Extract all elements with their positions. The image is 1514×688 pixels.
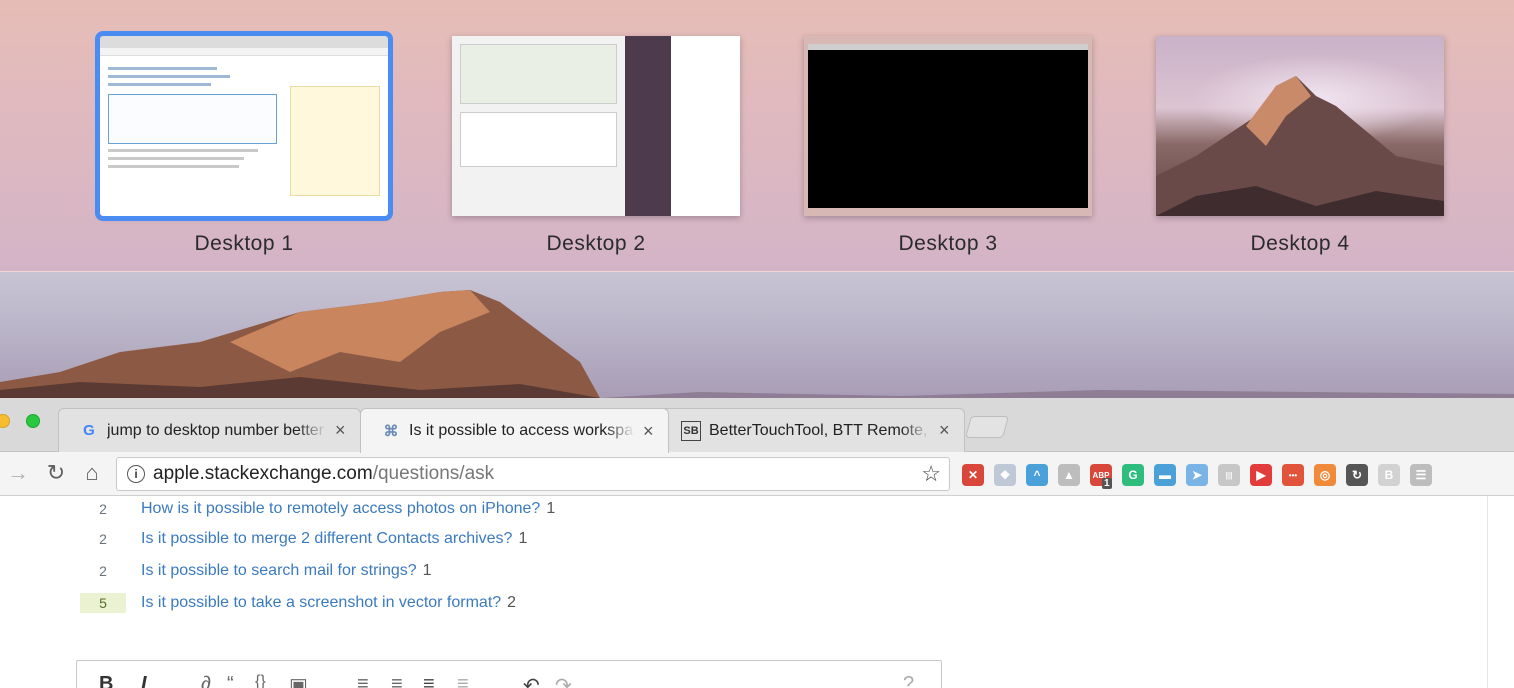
command-icon: ⌘ bbox=[383, 423, 399, 440]
code-icon[interactable]: {} bbox=[255, 673, 266, 688]
tab-title: jump to desktop number better bbox=[107, 421, 327, 440]
question-score: 2 bbox=[99, 563, 107, 579]
drive-ext-icon[interactable]: ▲ bbox=[1058, 464, 1080, 486]
tab-title: Is it possible to access workspaces bbox=[409, 422, 635, 440]
info-icon[interactable]: i bbox=[127, 465, 145, 483]
spaces-bar: Desktop 1 Desktop 2 Desktop 3 Desktop 4 bbox=[0, 0, 1514, 272]
browser-window: G jump to desktop number better × ⌘ Is i… bbox=[0, 398, 1514, 688]
question-score: 2 bbox=[99, 501, 107, 517]
wave-ext-icon[interactable]: ^ bbox=[1026, 464, 1048, 486]
close-tab-icon[interactable]: × bbox=[939, 420, 950, 441]
barcode-ext-icon[interactable]: ||| bbox=[1218, 464, 1240, 486]
scrollbar[interactable] bbox=[1487, 496, 1488, 688]
space-thumbnail[interactable] bbox=[95, 31, 393, 221]
refresh-ext-icon[interactable]: ↻ bbox=[1346, 464, 1368, 486]
answer-count: 1 bbox=[546, 500, 556, 517]
space-desktop-3[interactable]: Desktop 3 bbox=[804, 36, 1092, 256]
pushbullet-ext-icon[interactable]: ▬ bbox=[1154, 464, 1176, 486]
hr-icon[interactable]: ≡ bbox=[457, 673, 469, 688]
question-score: 2 bbox=[99, 531, 107, 547]
space-thumbnail[interactable] bbox=[804, 36, 1092, 216]
tab-bettertouchtool[interactable]: SB BetterTouchTool, BTT Remote, × bbox=[660, 408, 965, 452]
close-tab-icon[interactable]: × bbox=[335, 420, 346, 441]
x-ext-icon[interactable]: ✕ bbox=[962, 464, 984, 486]
undo-icon[interactable]: ↶ bbox=[523, 673, 540, 688]
list-item: 2 How is it possible to remotely access … bbox=[0, 498, 555, 520]
space-desktop-4[interactable]: Desktop 4 bbox=[1156, 36, 1444, 256]
menu-ext-icon[interactable]: ☰ bbox=[1410, 464, 1432, 486]
dropbox-ext-icon[interactable]: ❖ bbox=[994, 464, 1016, 486]
b-ext-icon[interactable]: B bbox=[1378, 464, 1400, 486]
adblock-ext-icon[interactable]: ABP 1 bbox=[1090, 464, 1112, 489]
desktop-wallpaper bbox=[0, 272, 1514, 398]
google-icon: G bbox=[83, 422, 95, 439]
list-item: 2 Is it possible to search mail for stri… bbox=[0, 560, 432, 582]
grammarly-ext-icon[interactable]: G bbox=[1122, 464, 1144, 486]
space-thumbnail[interactable] bbox=[452, 36, 740, 216]
tab-title: BetterTouchTool, BTT Remote, bbox=[709, 421, 931, 440]
space-label: Desktop 3 bbox=[898, 232, 998, 255]
tab-google-search[interactable]: G jump to desktop number better × bbox=[58, 408, 361, 452]
question-link[interactable]: How is it possible to remotely access ph… bbox=[141, 500, 540, 518]
image-icon[interactable]: ▣ bbox=[289, 673, 308, 688]
link-icon[interactable]: ∂ bbox=[201, 673, 211, 688]
answer-count: 2 bbox=[507, 594, 517, 611]
space-label: Desktop 4 bbox=[1250, 232, 1350, 255]
bullet-list-icon[interactable]: ≡ bbox=[391, 673, 403, 688]
adblock-badge: 1 bbox=[1102, 478, 1112, 489]
redo-icon[interactable]: ↷ bbox=[555, 673, 572, 688]
bold-button[interactable]: B bbox=[99, 673, 113, 688]
help-icon[interactable]: ? bbox=[903, 673, 914, 688]
heading-icon[interactable]: ≡ bbox=[423, 673, 435, 688]
question-link[interactable]: Is it possible to merge 2 different Cont… bbox=[141, 530, 512, 548]
editor-toolbar: B I ∂ “ {} ▣ ≡ ≡ ≡ ≡ ↶ ↷ ? bbox=[76, 660, 942, 688]
url-host: apple.stackexchange.com bbox=[153, 463, 373, 484]
space-desktop-1[interactable]: Desktop 1 bbox=[95, 31, 393, 256]
answer-count: 1 bbox=[422, 562, 432, 579]
tab-stackexchange[interactable]: ⌘ Is it possible to access workspaces × bbox=[360, 408, 669, 453]
sb-icon: SB bbox=[681, 420, 701, 441]
dots-ext-icon[interactable]: ••• bbox=[1282, 464, 1304, 486]
bookmark-star-icon[interactable]: ☆ bbox=[921, 461, 941, 487]
list-item: 5 Is it possible to take a screenshot in… bbox=[0, 592, 516, 614]
space-desktop-2[interactable]: Desktop 2 bbox=[452, 36, 740, 256]
tab-strip: G jump to desktop number better × ⌘ Is i… bbox=[0, 398, 1514, 453]
minimize-button[interactable] bbox=[0, 414, 10, 428]
quote-icon[interactable]: “ bbox=[227, 673, 234, 688]
numbered-list-icon[interactable]: ≡ bbox=[357, 673, 369, 688]
question-link[interactable]: Is it possible to take a screenshot in v… bbox=[141, 594, 501, 612]
reload-icon[interactable]: ↻ bbox=[42, 460, 70, 486]
question-score: 5 bbox=[80, 593, 126, 613]
browser-toolbar: → ↻ ⌂ i apple.stackexchange.com/question… bbox=[0, 452, 1514, 496]
home-icon[interactable]: ⌂ bbox=[78, 460, 106, 486]
space-thumbnail[interactable] bbox=[1156, 36, 1444, 216]
new-tab-button[interactable] bbox=[965, 416, 1009, 438]
space-label: Desktop 1 bbox=[194, 232, 294, 255]
close-tab-icon[interactable]: × bbox=[643, 421, 654, 442]
list-item: 2 Is it possible to merge 2 different Co… bbox=[0, 528, 527, 550]
forward-arrow-icon[interactable]: → bbox=[4, 460, 32, 486]
url-path: /questions/ask bbox=[372, 463, 495, 484]
video-ext-icon[interactable]: ▶ bbox=[1250, 464, 1272, 486]
space-label: Desktop 2 bbox=[546, 232, 646, 255]
answer-count: 1 bbox=[518, 530, 528, 547]
lifebuoy-ext-icon[interactable]: ◎ bbox=[1314, 464, 1336, 486]
compass-ext-icon[interactable]: ➤ bbox=[1186, 464, 1208, 486]
page-content: 2 How is it possible to remotely access … bbox=[0, 496, 1514, 688]
italic-button[interactable]: I bbox=[141, 673, 147, 688]
question-link[interactable]: Is it possible to search mail for string… bbox=[141, 562, 417, 580]
address-bar[interactable]: i apple.stackexchange.com/questions/ask … bbox=[116, 457, 950, 491]
zoom-button[interactable] bbox=[26, 414, 40, 428]
